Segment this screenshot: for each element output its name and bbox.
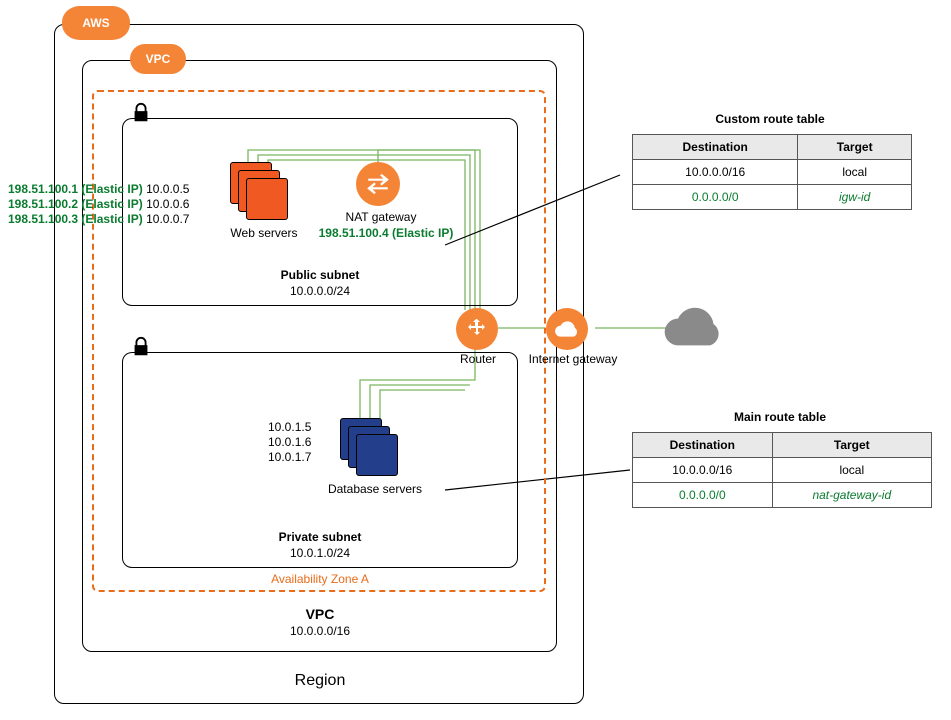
internet-gateway-icon	[546, 308, 588, 350]
dbip-0: 10.0.1.5	[268, 420, 311, 435]
eip-0: 198.51.100.1 (Elastic IP)	[8, 182, 143, 196]
vpc-cloud-icon: VPC	[130, 44, 186, 74]
db-ip-list: 10.0.1.5 10.0.1.6 10.0.1.7	[268, 420, 311, 465]
router-label: Router	[448, 352, 508, 366]
database-servers-icon	[340, 418, 400, 478]
crt-r1-target: igw-id	[798, 185, 912, 210]
custom-route-table-title: Custom route table	[640, 112, 900, 126]
mrt-r0-dest: 10.0.0.0/16	[633, 458, 773, 483]
rt-head-dest: Destination	[633, 135, 798, 160]
region-label: Region	[240, 672, 400, 690]
web-servers-icon	[230, 162, 290, 222]
rt-head-target: Target	[798, 135, 912, 160]
aws-label: AWS	[82, 16, 109, 30]
availability-zone-label: Availability Zone A	[240, 572, 400, 586]
dbip-1: 10.0.1.6	[268, 435, 311, 450]
main-route-table: Destination Target 10.0.0.0/16 local 0.0…	[632, 432, 932, 508]
rt-head-dest2: Destination	[633, 433, 773, 458]
vpc-label: VPC	[240, 606, 400, 622]
aws-cloud-icon: AWS	[62, 6, 130, 40]
private-subnet-cidr: 10.0.1.0/24	[240, 546, 400, 560]
crt-r0-dest: 10.0.0.0/16	[633, 160, 798, 185]
internet-cloud-icon	[660, 300, 728, 351]
nat-elastic-ip: 198.51.100.4 (Elastic IP)	[296, 226, 476, 240]
database-servers-label: Database servers	[310, 482, 440, 496]
vpc-cidr: 10.0.0.0/16	[240, 624, 400, 638]
public-subnet-title: Public subnet	[240, 268, 400, 282]
eip-1: 198.51.100.2 (Elastic IP)	[8, 197, 143, 211]
mrt-r1-target: nat-gateway-id	[772, 483, 931, 508]
rt-head-target2: Target	[772, 433, 931, 458]
vpc-badge-label: VPC	[146, 52, 171, 66]
main-route-table-title: Main route table	[650, 410, 910, 424]
lock-icon	[130, 102, 152, 127]
mrt-r0-target: local	[772, 458, 931, 483]
crt-r1-dest: 0.0.0.0/0	[633, 185, 798, 210]
nat-gateway-icon	[356, 162, 400, 206]
internet-gateway-label: Internet gateway	[518, 352, 628, 366]
mrt-r1-dest: 0.0.0.0/0	[633, 483, 773, 508]
router-icon	[456, 308, 498, 350]
custom-route-table: Destination Target 10.0.0.0/16 local 0.0…	[632, 134, 912, 210]
privip-0: 10.0.0.5	[146, 182, 189, 196]
privip-2: 10.0.0.7	[146, 212, 189, 226]
private-subnet-title: Private subnet	[240, 530, 400, 544]
public-subnet-cidr: 10.0.0.0/24	[240, 284, 400, 298]
dbip-2: 10.0.1.7	[268, 450, 311, 465]
lock-icon	[130, 336, 152, 361]
crt-r0-target: local	[798, 160, 912, 185]
privip-1: 10.0.0.6	[146, 197, 189, 211]
nat-gateway-label: NAT gateway	[336, 210, 426, 224]
elastic-ip-list: 198.51.100.1 (Elastic IP) 10.0.0.5 198.5…	[8, 182, 189, 227]
eip-2: 198.51.100.3 (Elastic IP)	[8, 212, 143, 226]
